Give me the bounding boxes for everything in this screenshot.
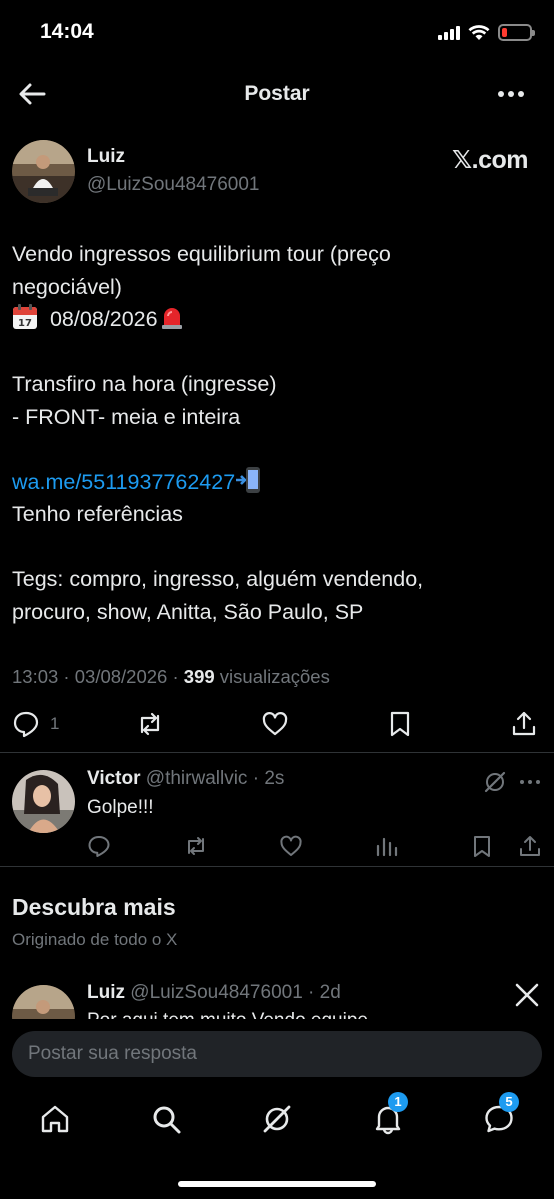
bookmark-icon[interactable]	[386, 710, 414, 738]
x-com-logo: 𝕏.com	[452, 146, 529, 174]
post-metadata: 13:03 · 03/08/2026 · 399 visualizações	[12, 666, 330, 688]
reply-composer-input[interactable]	[12, 1031, 542, 1077]
reply-action-bar	[0, 832, 554, 864]
post-line: procuro, show, Anitta, São Paulo, SP	[12, 599, 364, 624]
share-icon[interactable]	[518, 834, 542, 858]
post-line: negociável)	[12, 274, 122, 299]
calendar-emoji-icon: 17	[13, 304, 37, 329]
repost-icon[interactable]	[184, 834, 208, 858]
mobile-phone-arrow-emoji-icon	[236, 466, 261, 493]
repost-action[interactable]	[136, 710, 164, 738]
bookmark-action[interactable]	[386, 710, 414, 738]
reply-icon[interactable]	[12, 710, 40, 738]
reply-action[interactable]: 1	[12, 710, 59, 738]
bottom-tab-bar: 1 5	[0, 1092, 554, 1152]
bookmark-icon[interactable]	[470, 834, 494, 858]
tab-search[interactable]	[149, 1102, 183, 1136]
search-icon[interactable]	[149, 1102, 183, 1136]
post-line	[12, 336, 542, 369]
tab-home[interactable]	[38, 1102, 72, 1136]
views-count: 399	[183, 666, 215, 687]
home-indicator	[178, 1181, 376, 1187]
home-icon[interactable]	[38, 1102, 72, 1136]
top-nav-bar: Postar	[0, 66, 554, 122]
post-line: Tegs: compro, ingresso, alguém vendendo,	[12, 567, 424, 591]
reply-more-icon[interactable]	[518, 770, 542, 794]
post-text: Vendo ingressos equilibrium tour (preço …	[12, 238, 542, 628]
author-avatar[interactable]	[12, 140, 75, 203]
heart-icon[interactable]	[279, 834, 303, 858]
post-action-bar: 1	[0, 702, 554, 748]
reply-count: 1	[50, 714, 60, 733]
post-line	[12, 531, 542, 564]
messages-badge: 5	[499, 1092, 519, 1112]
status-bar: 14:04	[0, 0, 554, 66]
heart-icon[interactable]	[261, 710, 289, 738]
post-date-text: 08/08/2026	[44, 307, 158, 331]
like-action[interactable]	[261, 710, 289, 738]
author-handle[interactable]: @LuizSou48476001	[87, 174, 259, 196]
reply-icon[interactable]	[87, 834, 111, 858]
post-line-date: 17 08/08/2026	[12, 303, 542, 336]
suggested-author-name[interactable]: Luiz	[87, 982, 125, 1003]
reply-author-handle[interactable]: @thirwallvic · 2s	[141, 768, 285, 789]
suggested-post-text: Por aqui tem muito Vendo equipe	[87, 1010, 368, 1019]
discover-more-heading: Descubra mais	[12, 894, 176, 920]
reply-text: Golpe!!!	[87, 797, 154, 818]
views-label[interactable]: visualizações	[215, 666, 330, 687]
post-line: Vendo ingressos equilibrium tour (preço	[12, 242, 391, 266]
post-line: - FRONT- meia e inteira	[12, 404, 241, 429]
grok-icon[interactable]	[483, 770, 507, 794]
views-chart-icon[interactable]	[374, 834, 398, 858]
reply-author-name[interactable]: Victor	[87, 768, 141, 789]
author-name[interactable]: Luiz	[87, 146, 125, 168]
divider	[0, 752, 554, 753]
suggested-author-handle[interactable]: @LuizSou48476001 · 2d	[125, 982, 341, 1003]
svg-text:17: 17	[18, 318, 32, 329]
divider	[0, 866, 554, 867]
post-line	[12, 433, 542, 466]
discover-more-subtitle: Originado de todo o X	[12, 930, 178, 949]
battery-icon	[498, 24, 535, 41]
status-time: 14:04	[40, 20, 94, 43]
cellular-signal-icon	[438, 25, 460, 40]
wifi-icon	[468, 24, 490, 40]
post-line-link: wa.me/5511937762427	[12, 466, 542, 499]
share-action[interactable]	[510, 710, 538, 738]
tab-notifications[interactable]: 1	[371, 1092, 408, 1136]
reply-header: Victor @thirwallvic · 2s	[87, 768, 284, 790]
reply-author-avatar[interactable]	[12, 770, 75, 833]
share-icon[interactable]	[510, 710, 538, 738]
page-title: Postar	[244, 82, 310, 105]
grok-icon[interactable]	[260, 1102, 294, 1136]
x-logo-icon	[515, 983, 539, 1007]
post-timestamp: 13:03 · 03/08/2026 ·	[12, 666, 184, 687]
post-line: Transfiro na hora (ingresse)	[12, 372, 277, 396]
tab-messages[interactable]: 5	[482, 1092, 519, 1136]
whatsapp-link[interactable]: wa.me/5511937762427	[12, 470, 235, 494]
status-icons	[438, 24, 535, 41]
more-options-icon[interactable]	[496, 80, 526, 108]
post-line: Tenho referências	[12, 502, 183, 526]
repost-icon[interactable]	[136, 710, 164, 738]
tab-grok[interactable]	[260, 1102, 294, 1136]
siren-emoji-icon	[161, 308, 182, 329]
notifications-badge: 1	[388, 1092, 408, 1112]
suggested-post-header: Luiz @LuizSou48476001 · 2d	[87, 982, 341, 1004]
